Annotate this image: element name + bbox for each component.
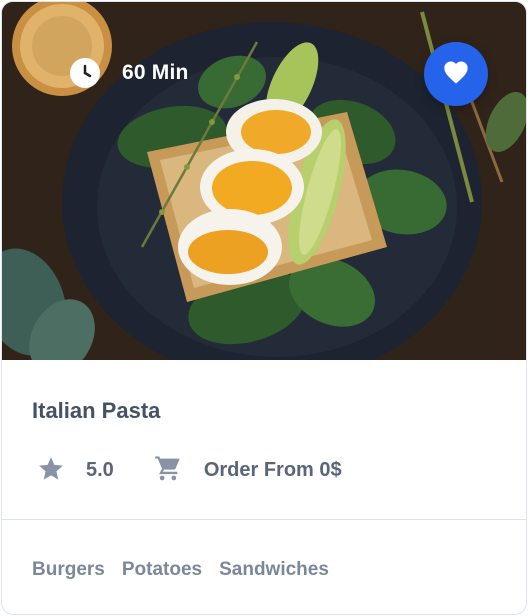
cook-time-badge: 60 Min [70,58,189,88]
recipe-title[interactable]: Italian Pasta [32,398,160,424]
clock-icon [70,58,100,88]
recipe-meta: 5.0 Order From 0$ [38,454,342,487]
favorite-button[interactable] [424,42,488,106]
tag-list: Burgers Potatoes Sandwiches [32,559,346,581]
star-icon [38,456,64,486]
card-body: Italian Pasta 5.0 Order From 0$ [2,360,526,520]
divider [2,519,526,520]
cart-icon [154,454,182,487]
order-text: Order From 0$ [203,459,342,481]
recipe-card[interactable]: 60 Min Italian Pasta 5.0 Order From 0$ B… [1,1,527,615]
rating-value: 5.0 [86,459,114,481]
tag-sandwiches[interactable]: Sandwiches [219,559,329,581]
tag-burgers[interactable]: Burgers [32,559,105,581]
tag-potatoes[interactable]: Potatoes [122,559,202,581]
food-image: 60 Min [2,2,526,360]
heart-icon [442,59,470,90]
cook-time-text: 60 Min [122,61,189,84]
order-link[interactable]: Order From 0$ [154,454,342,487]
